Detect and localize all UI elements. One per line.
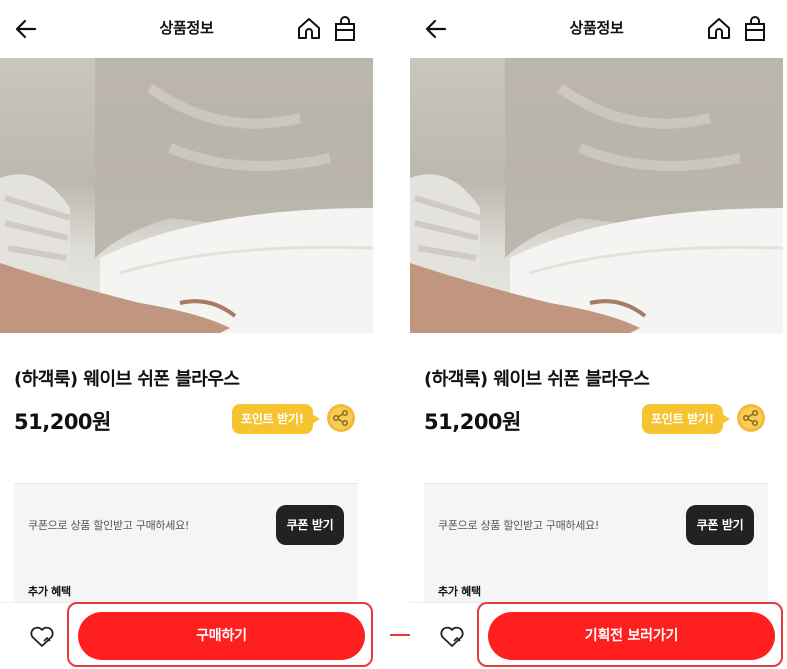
product-price: 51,200원 — [14, 410, 111, 434]
points-bubble[interactable]: 포인트 받기! — [232, 404, 320, 434]
points-bubble[interactable]: 포인트 받기! — [642, 404, 730, 434]
home-icon[interactable] — [296, 16, 322, 42]
screen-before: 상품정보 (하객룩) 웨이브 쉬폰 블라우스 51,200원 포인트 받기! 쿠… — [0, 0, 373, 669]
share-icon[interactable] — [736, 403, 766, 433]
coupon-section: 쿠폰으로 상품 할인받고 구매하세요! 쿠폰 받기 — [14, 483, 358, 567]
share-icon[interactable] — [326, 403, 356, 433]
product-image — [0, 58, 373, 333]
benefit-section: 추가 혜택 — [424, 566, 768, 602]
coupon-button[interactable]: 쿠폰 받기 — [686, 505, 754, 545]
shopping-bag-icon[interactable] — [743, 15, 767, 43]
product-name: (하객룩) 웨이브 쉬폰 블라우스 — [424, 369, 650, 390]
screen-after: 상품정보 (하객룩) 웨이브 쉬폰 블라우스 51,200원 포인트 받기! 쿠… — [410, 0, 783, 669]
benefit-title: 추가 혜택 — [28, 585, 71, 598]
home-icon[interactable] — [706, 16, 732, 42]
benefit-title: 추가 혜택 — [438, 585, 481, 598]
benefit-section: 추가 혜택 — [14, 566, 358, 602]
coupon-section: 쿠폰으로 상품 할인받고 구매하세요! 쿠폰 받기 — [424, 483, 768, 567]
coupon-button[interactable]: 쿠폰 받기 — [276, 505, 344, 545]
app-header: 상품정보 — [0, 0, 373, 58]
heart-icon[interactable] — [439, 625, 465, 649]
heart-icon[interactable] — [29, 625, 55, 649]
highlight-box — [477, 602, 783, 667]
coupon-text: 쿠폰으로 상품 할인받고 구매하세요! — [28, 519, 189, 532]
shopping-bag-icon[interactable] — [333, 15, 357, 43]
coupon-text: 쿠폰으로 상품 할인받고 구매하세요! — [438, 519, 599, 532]
app-header: 상품정보 — [410, 0, 783, 58]
product-price: 51,200원 — [424, 410, 521, 434]
highlight-box — [67, 602, 373, 667]
product-name: (하객룩) 웨이브 쉬폰 블라우스 — [14, 369, 240, 390]
product-image — [410, 58, 783, 333]
